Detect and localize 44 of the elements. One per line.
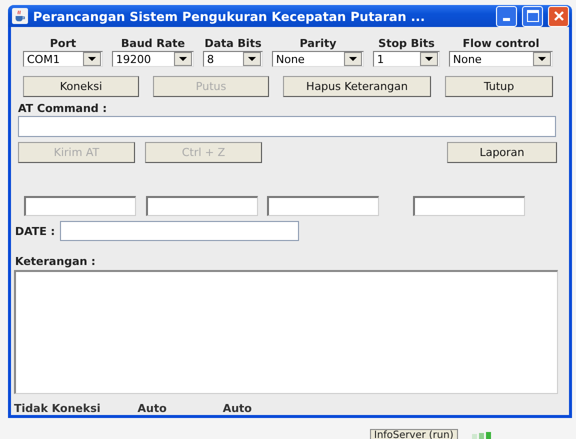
caret-icon (344, 52, 362, 66)
caret-icon (243, 52, 261, 66)
input-field[interactable] (24, 196, 136, 216)
signal-icon (472, 432, 492, 439)
minimize-button[interactable] (496, 6, 517, 26)
caret-icon (420, 52, 438, 66)
field-label: Keterangan : (15, 255, 97, 268)
input-field[interactable] (146, 196, 258, 216)
input-field[interactable] (267, 196, 379, 216)
taskbar-item[interactable]: InfoServer (run) (370, 429, 458, 439)
button[interactable]: Tutup (445, 76, 553, 97)
field-label: DATE : (15, 224, 56, 238)
status-text: Auto (222, 402, 252, 415)
dropdown[interactable]: None (449, 51, 553, 67)
close-button[interactable] (548, 6, 569, 26)
status-text: Tidak Koneksi (14, 402, 101, 415)
button[interactable]: Laporan (447, 142, 557, 163)
button[interactable]: Hapus Keterangan (283, 76, 431, 97)
coffee-cup-icon (12, 8, 28, 24)
field-label: Flow control (462, 37, 540, 50)
field-label: AT Command : (18, 102, 108, 115)
dropdown[interactable]: 19200 (112, 51, 194, 67)
window-title: Perancangan Sistem Pengukuran Kecepatan Putaran ... (33, 8, 426, 24)
field-label: Parity (300, 37, 336, 50)
status-text: Auto (138, 402, 167, 415)
caret-icon (533, 52, 551, 66)
input-field[interactable] (413, 196, 525, 216)
maximize-button[interactable] (522, 6, 543, 26)
button[interactable]: Koneksi (23, 76, 139, 97)
close-icon (552, 10, 564, 22)
input-field[interactable] (18, 116, 556, 137)
dropdown[interactable]: COM1 (23, 51, 103, 67)
field-label: Baud Rate (121, 37, 185, 50)
field-label: Data Bits (204, 37, 262, 50)
date-field[interactable] (60, 221, 300, 241)
dropdown[interactable]: 1 (373, 51, 440, 67)
minimize-icon (503, 18, 510, 21)
caret-icon (83, 52, 101, 66)
caret-icon (174, 52, 192, 66)
dropdown[interactable]: None (272, 51, 364, 67)
field-label: Port (50, 37, 76, 50)
dropdown[interactable]: 8 (203, 51, 263, 67)
maximize-icon (526, 10, 538, 22)
field-label: Stop Bits (378, 37, 435, 50)
